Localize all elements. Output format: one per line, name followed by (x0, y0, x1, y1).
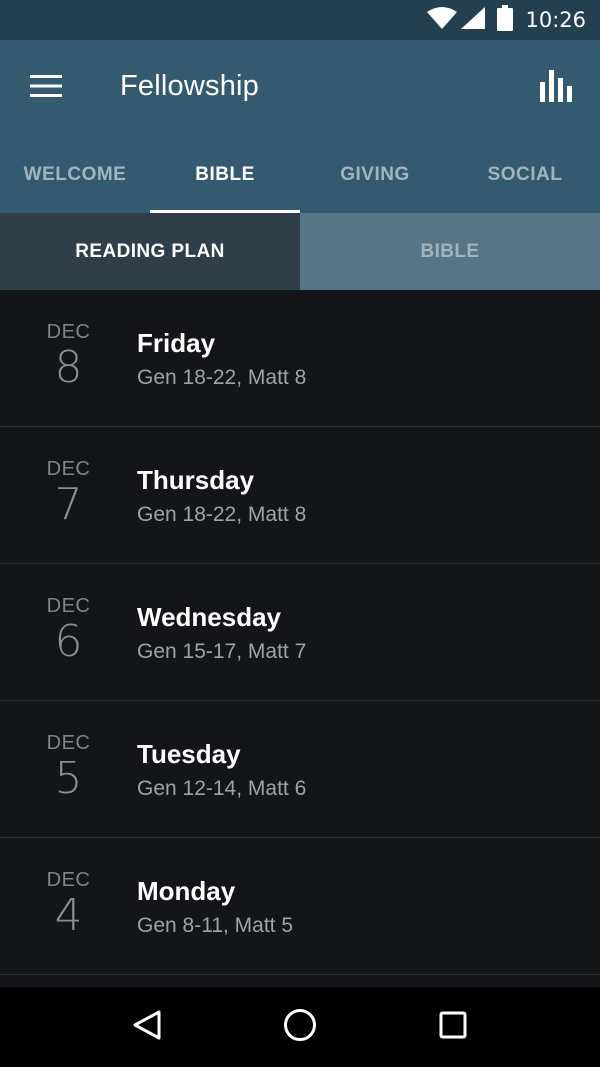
stats-button[interactable] (532, 64, 580, 112)
back-icon (132, 1009, 162, 1046)
reading-weekday: Friday (137, 328, 216, 358)
list-item[interactable]: DEC 5 Tuesday Gen 12-14, Matt 6 (0, 701, 600, 838)
menu-button[interactable] (22, 64, 70, 112)
date-day: 6 (54, 616, 83, 667)
date-month: DEC (46, 321, 91, 343)
list-item[interactable]: DEC 4 Monday Gen 8-11, Matt 5 (0, 838, 600, 975)
date-month: DEC (46, 458, 91, 480)
back-button[interactable] (115, 995, 179, 1059)
tab-welcome[interactable]: WELCOME (0, 136, 150, 213)
reading-passages: Gen 8-11, Matt 5 (137, 914, 294, 937)
reading-weekday: Tuesday (137, 739, 241, 769)
date-day: 7 (54, 479, 83, 530)
reading-passages: Gen 15-17, Matt 7 (137, 640, 307, 663)
bar-chart-icon (540, 69, 572, 107)
date-day: 4 (54, 890, 83, 941)
subtab-reading-plan[interactable]: READING PLAN (0, 213, 300, 290)
system-nav-bar (0, 987, 600, 1067)
main-tabs: WELCOME BIBLE GIVING SOCIAL (0, 136, 600, 213)
reading-passages: Gen 18-22, Matt 8 (137, 366, 307, 389)
date-month: DEC (46, 732, 91, 754)
hamburger-menu-icon (30, 74, 62, 102)
battery-icon (497, 4, 514, 36)
recents-button[interactable] (421, 995, 485, 1059)
reading-passages: Gen 18-22, Matt 8 (137, 503, 307, 526)
wifi-icon (427, 6, 458, 34)
status-time: 10:26 (525, 8, 586, 32)
recents-icon (439, 1011, 467, 1044)
cell-signal-icon (461, 6, 486, 34)
app-bar: Fellowship (0, 40, 600, 136)
reading-passages: Gen 12-14, Matt 6 (137, 777, 307, 800)
reading-weekday: Wednesday (137, 602, 282, 632)
reading-plan-list: DEC 8 Friday Gen 18-22, Matt 8 DEC 7 Thu… (0, 290, 600, 987)
app-title: Fellowship (120, 70, 259, 102)
tab-social[interactable]: SOCIAL (450, 136, 600, 213)
subtab-bible[interactable]: BIBLE (300, 213, 600, 290)
sub-tabs: READING PLAN BIBLE (0, 213, 600, 290)
date-month: DEC (46, 869, 91, 891)
list-item[interactable]: DEC 6 Wednesday Gen 15-17, Matt 7 (0, 564, 600, 701)
home-icon (283, 1008, 317, 1047)
reading-weekday: Monday (137, 876, 236, 906)
home-button[interactable] (268, 995, 332, 1059)
list-item[interactable]: DEC 7 Thursday Gen 18-22, Matt 8 (0, 427, 600, 564)
date-month: DEC (46, 595, 91, 617)
reading-weekday: Thursday (137, 465, 255, 495)
list-item[interactable]: DEC 8 Friday Gen 18-22, Matt 8 (0, 290, 600, 427)
tab-bible[interactable]: BIBLE (150, 136, 300, 213)
tab-giving[interactable]: GIVING (300, 136, 450, 213)
date-day: 8 (54, 342, 83, 393)
status-bar: 10:26 (0, 0, 600, 40)
date-day: 5 (54, 753, 83, 804)
